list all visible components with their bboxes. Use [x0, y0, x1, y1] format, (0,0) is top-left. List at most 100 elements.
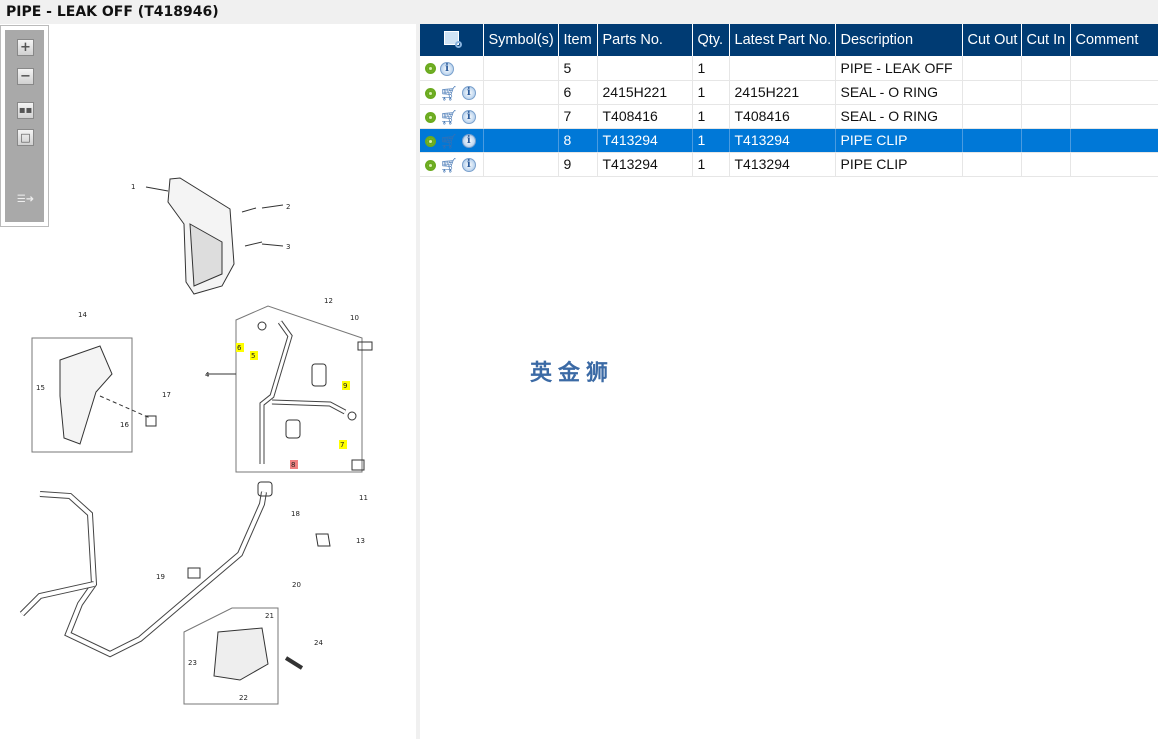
callout-24[interactable]: 24	[314, 639, 323, 647]
latest-part-no-cell: 2415H221	[729, 80, 836, 105]
comment-cell	[1070, 56, 1158, 81]
magnifier-icon	[443, 31, 462, 48]
cut-in-cell	[1021, 56, 1071, 81]
gear-icon[interactable]	[425, 159, 436, 171]
row-actions: 🛒︎ i	[420, 152, 484, 177]
cut-in-cell	[1021, 104, 1071, 129]
cart-icon[interactable]: 🛒︎	[440, 134, 458, 148]
qty-cell: 1	[692, 104, 730, 129]
parts-no-cell	[597, 56, 693, 81]
row-actions: i	[420, 56, 484, 81]
callout-22[interactable]: 22	[239, 694, 248, 702]
cut-out-cell	[962, 104, 1022, 129]
callout-16[interactable]: 16	[120, 421, 129, 429]
header-item[interactable]: Item	[558, 24, 598, 56]
cart-icon[interactable]: 🛒︎	[440, 158, 458, 172]
fit-all-icon[interactable]: ▪▪	[17, 102, 34, 119]
info-icon[interactable]: i	[461, 110, 476, 125]
callout-8[interactable]: 8	[291, 461, 295, 469]
symbols-cell	[483, 152, 559, 177]
table-row[interactable]: 🛒︎ i 8 T413294 1 T413294 PIPE CLIP	[420, 128, 1158, 153]
header-latest-part-no[interactable]: Latest Part No.	[729, 24, 836, 56]
header-parts-no[interactable]: Parts No.	[597, 24, 693, 56]
latest-part-no-cell: T413294	[729, 152, 836, 177]
qty-cell: 1	[692, 80, 730, 105]
comment-cell	[1070, 152, 1158, 177]
callout-12[interactable]: 12	[324, 297, 333, 305]
cart-icon[interactable]: 🛒︎	[440, 110, 458, 124]
actual-size-icon[interactable]: □	[17, 129, 34, 146]
table-row[interactable]: 🛒︎ i 6 2415H221 1 2415H221 SEAL - O RING	[420, 80, 1158, 105]
item-cell: 6	[558, 80, 598, 105]
latest-part-no-cell: T408416	[729, 104, 836, 129]
callout-11[interactable]: 11	[359, 494, 368, 502]
callout-19[interactable]: 19	[156, 573, 165, 581]
symbols-cell	[483, 56, 559, 81]
info-icon[interactable]: i	[461, 86, 476, 101]
zoom-in-icon[interactable]: +	[17, 39, 34, 56]
diagram-panel[interactable]: 1 2 3 4 5 6 7 8 9 10 11 12 13 14 15 16 1…	[0, 24, 416, 739]
info-icon[interactable]: i	[461, 134, 476, 149]
row-actions: 🛒︎ i	[420, 128, 484, 153]
callout-17[interactable]: 17	[162, 391, 171, 399]
callout-1[interactable]: 1	[131, 183, 135, 191]
callout-4[interactable]: 4	[205, 371, 210, 379]
symbols-cell	[483, 80, 559, 105]
callout-13[interactable]: 13	[356, 537, 365, 545]
cut-in-cell	[1021, 80, 1071, 105]
cut-out-cell	[962, 80, 1022, 105]
table-row[interactable]: 🛒︎ i 7 T408416 1 T408416 SEAL - O RING	[420, 104, 1158, 129]
gear-icon[interactable]	[425, 87, 436, 99]
search-column-button[interactable]	[420, 24, 484, 56]
qty-cell: 1	[692, 152, 730, 177]
callout-7[interactable]: 7	[340, 441, 344, 449]
zoom-out-icon[interactable]: −	[17, 68, 34, 85]
comment-cell	[1070, 128, 1158, 153]
callout-20[interactable]: 20	[292, 581, 301, 589]
item-cell: 8	[558, 128, 598, 153]
header-description[interactable]: Description	[835, 24, 963, 56]
qty-cell: 1	[692, 56, 730, 81]
header-comment[interactable]: Comment	[1070, 24, 1158, 56]
info-icon[interactable]: i	[461, 158, 476, 173]
table-row[interactable]: i 5 1 PIPE - LEAK OFF	[420, 56, 1158, 81]
item-cell: 7	[558, 104, 598, 129]
callout-23[interactable]: 23	[188, 659, 197, 667]
item-cell: 9	[558, 152, 598, 177]
description-cell: SEAL - O RING	[835, 104, 963, 129]
qty-cell: 1	[692, 128, 730, 153]
description-cell: PIPE CLIP	[835, 128, 963, 153]
parts-no-cell: 2415H221	[597, 80, 693, 105]
callout-3[interactable]: 3	[286, 243, 290, 251]
cut-out-cell	[962, 56, 1022, 81]
callout-21[interactable]: 21	[265, 612, 274, 620]
exploded-parts-diagram[interactable]: 1 2 3 4 5 6 7 8 9 10 11 12 13 14 15 16 1…	[0, 24, 416, 739]
callout-2[interactable]: 2	[286, 203, 290, 211]
callout-15[interactable]: 15	[36, 384, 45, 392]
header-symbols[interactable]: Symbol(s)	[483, 24, 559, 56]
gear-icon[interactable]	[425, 111, 436, 123]
gear-icon[interactable]	[425, 135, 436, 147]
cut-in-cell	[1021, 152, 1071, 177]
cart-icon[interactable]: 🛒︎	[440, 86, 458, 100]
cut-out-cell	[962, 128, 1022, 153]
comment-cell	[1070, 80, 1158, 105]
callout-18[interactable]: 18	[291, 510, 300, 518]
diagram-toolbar: + − ▪▪ □ ☰➜	[0, 25, 49, 227]
header-cut-in[interactable]: Cut In	[1021, 24, 1071, 56]
callout-14[interactable]: 14	[78, 311, 87, 319]
info-icon[interactable]: i	[440, 61, 454, 76]
row-actions: 🛒︎ i	[420, 104, 484, 129]
callout-9[interactable]: 9	[343, 382, 347, 390]
latest-part-no-cell: T413294	[729, 128, 836, 153]
callout-6[interactable]: 6	[237, 344, 242, 352]
header-qty[interactable]: Qty.	[692, 24, 730, 56]
description-cell: PIPE - LEAK OFF	[835, 56, 963, 81]
gear-icon[interactable]	[425, 63, 436, 75]
callout-5[interactable]: 5	[251, 352, 255, 360]
header-cut-out[interactable]: Cut Out	[962, 24, 1022, 56]
symbols-cell	[483, 104, 559, 129]
export-icon[interactable]: ☰➜	[17, 191, 34, 208]
table-row[interactable]: 🛒︎ i 9 T413294 1 T413294 PIPE CLIP	[420, 152, 1158, 177]
callout-10[interactable]: 10	[350, 314, 359, 322]
